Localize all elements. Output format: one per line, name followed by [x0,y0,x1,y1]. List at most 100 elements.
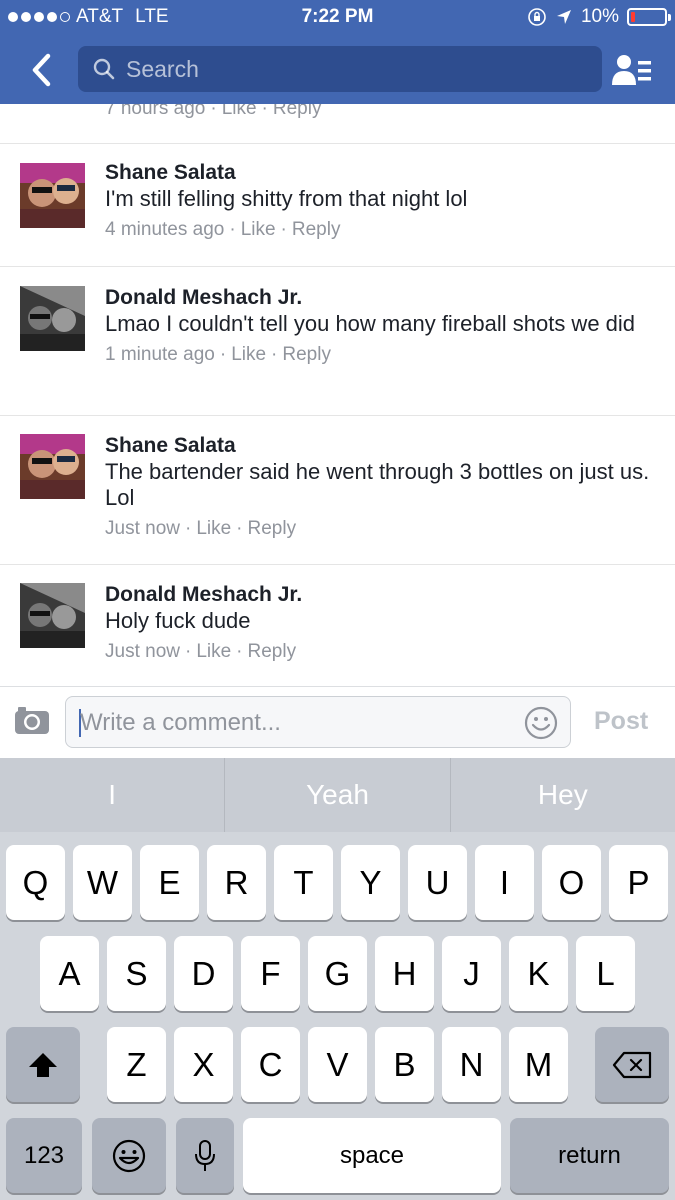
comment-meta: 1 minute ago · Like · Reply [105,344,331,365]
like-link[interactable]: Like [231,344,266,365]
emoji-key[interactable] [92,1118,166,1193]
shift-key[interactable] [6,1027,80,1102]
search-input[interactable]: Search [78,46,602,92]
key-a[interactable]: A [40,936,99,1011]
key-f[interactable]: F [241,936,300,1011]
key-y[interactable]: Y [341,845,400,920]
key-e[interactable]: E [140,845,199,920]
key-x[interactable]: X [174,1027,233,1102]
comment-author[interactable]: Donald Meshach Jr. [105,285,655,311]
space-key[interactable]: space [243,1118,501,1193]
key-o[interactable]: O [542,845,601,920]
comment-meta: Just now · Like · Reply [105,641,297,662]
key-j[interactable]: J [442,936,501,1011]
comment-list: 7 hours ago · Like · Reply Shane Salata I'm … [0,104,675,686]
comment-composer: Write a comment... Post [0,686,675,758]
reply-link[interactable]: Reply [248,518,297,539]
status-bar: AT&T LTE 7:22 PM 10% [0,0,675,36]
avatar[interactable] [20,583,85,648]
key-t[interactable]: T [274,845,333,920]
dictation-key[interactable] [176,1118,234,1193]
prediction-suggestion[interactable]: I [0,758,224,832]
app-header: AT&T LTE 7:22 PM 10% Search [0,0,675,104]
comment-item: Donald Meshach Jr. Lmao I couldn't tell … [0,267,675,415]
battery-icon [627,8,671,26]
avatar[interactable] [20,434,85,499]
comment-time: 4 minutes ago [105,219,225,240]
key-m[interactable]: M [509,1027,568,1102]
like-link[interactable]: Like [196,641,231,662]
comment-item: Shane Salata I'm still felling shitty fr… [0,144,675,266]
key-b[interactable]: B [375,1027,434,1102]
orientation-lock-icon [528,8,546,26]
key-z[interactable]: Z [107,1027,166,1102]
comment-body: Donald Meshach Jr. Lmao I couldn't tell … [105,285,655,367]
comment-body: Shane Salata I'm still felling shitty fr… [105,160,655,242]
comment-text: I'm still felling shitty from that night… [105,186,468,211]
comment-placeholder: Write a comment... [80,709,281,736]
comment-body: Shane Salata The bartender said he went … [105,433,655,541]
predictive-bar: I Yeah Hey [0,758,675,832]
like-link[interactable]: Like [196,518,231,539]
key-q[interactable]: Q [6,845,65,920]
comment-author[interactable]: Shane Salata [105,160,655,186]
status-right: 10% [527,6,671,28]
smiley-icon [524,706,558,740]
emoji-button[interactable] [524,706,558,740]
numbers-key[interactable]: 123 [6,1118,82,1193]
key-r[interactable]: R [207,845,266,920]
location-arrow-icon [556,10,571,24]
comment-item: Donald Meshach Jr. Holy fuck dude Just n… [0,565,675,686]
comment-text: Lmao I couldn't tell you how many fireba… [105,311,636,336]
search-icon [93,58,115,80]
comment-time: 7 hours ago [105,104,206,119]
avatar[interactable] [20,163,85,228]
comment-body: Donald Meshach Jr. Holy fuck dude Just n… [105,582,655,664]
reply-link[interactable]: Reply [273,104,322,119]
comment-time: Just now [105,518,180,539]
prediction-suggestion[interactable]: Hey [449,758,675,832]
comment-text: Holy fuck dude [105,608,251,633]
emoji-icon [112,1139,146,1172]
key-c[interactable]: C [241,1027,300,1102]
like-link[interactable]: Like [222,104,257,119]
key-h[interactable]: H [375,936,434,1011]
key-k[interactable]: K [509,936,568,1011]
reply-link[interactable]: Reply [292,219,341,240]
key-u[interactable]: U [408,845,467,920]
key-v[interactable]: V [308,1027,367,1102]
reply-link[interactable]: Reply [248,641,297,662]
key-d[interactable]: D [174,936,233,1011]
comment-meta: 4 minutes ago · Like · Reply [105,219,341,240]
keyboard: I Yeah Hey Q W E R T Y U I O P A S D F G… [0,758,675,1200]
post-button[interactable]: Post [594,707,648,736]
battery-percent: 10% [580,6,619,27]
delete-key[interactable] [595,1027,669,1102]
comment-author[interactable]: Shane Salata [105,433,655,459]
key-i[interactable]: I [475,845,534,920]
comment-time: 1 minute ago [105,344,215,365]
prediction-suggestion[interactable]: Yeah [224,758,449,832]
key-n[interactable]: N [442,1027,501,1102]
like-link[interactable]: Like [241,219,276,240]
camera-button[interactable] [14,705,50,735]
key-l[interactable]: L [576,936,635,1011]
backspace-icon [612,1051,652,1078]
back-button[interactable] [22,48,62,92]
search-placeholder: Search [126,55,199,82]
previous-comment-meta: 7 hours ago · Like · Reply [105,104,321,120]
camera-icon [15,707,49,734]
contacts-button[interactable] [610,48,654,92]
comment-text: The bartender said he went through 3 bot… [105,459,650,510]
key-g[interactable]: G [308,936,367,1011]
key-p[interactable]: P [609,845,668,920]
key-s[interactable]: S [107,936,166,1011]
reply-link[interactable]: Reply [282,344,331,365]
avatar[interactable] [20,286,85,351]
comment-time: Just now [105,641,180,662]
return-key[interactable]: return [510,1118,669,1193]
comment-author[interactable]: Donald Meshach Jr. [105,582,655,608]
comment-item: Shane Salata The bartender said he went … [0,416,675,564]
key-w[interactable]: W [73,845,132,920]
comment-input[interactable]: Write a comment... [65,696,571,748]
